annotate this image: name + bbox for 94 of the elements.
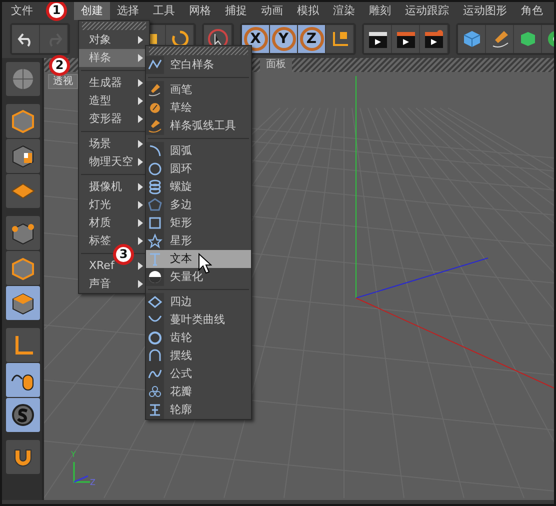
menu-item[interactable]: 蔓叶类曲线 <box>170 312 225 328</box>
rectangle-icon <box>147 215 163 231</box>
subdivision-button[interactable] <box>514 25 542 53</box>
viewport-title: 透视 <box>48 74 78 89</box>
half-circle-icon <box>147 269 163 285</box>
tool-button[interactable] <box>6 251 40 285</box>
menu-item[interactable]: 样条弧线工具 <box>170 118 236 134</box>
axis-lock-button[interactable]: Z <box>300 27 324 51</box>
pen-icon <box>147 82 163 98</box>
flower-icon <box>147 384 163 400</box>
tool-button[interactable] <box>6 139 40 173</box>
menu-bar-item[interactable]: 动画 <box>254 2 290 20</box>
tool-button[interactable] <box>6 328 40 362</box>
menu-item[interactable]: 公式 <box>170 366 192 382</box>
menu-item[interactable]: 画笔 <box>170 82 192 98</box>
menu-item[interactable]: 星形 <box>170 232 192 250</box>
cube-edges-icon <box>10 255 36 281</box>
menu-item[interactable]: 齿轮 <box>170 330 192 346</box>
menu-grip[interactable] <box>149 47 248 55</box>
menu-bar-item[interactable]: 工具 <box>146 2 182 20</box>
clapboard-icon <box>394 29 416 49</box>
menu-item[interactable]: 变形器 <box>89 110 138 128</box>
polygon-icon <box>147 197 163 213</box>
ring-icon <box>147 330 163 346</box>
menu-bar-item[interactable]: 捕捉 <box>218 2 254 20</box>
menu-item[interactable]: 物理天空 <box>89 154 138 170</box>
menu-bar-item[interactable]: 模拟 <box>290 2 326 20</box>
menu-item[interactable]: 生成器 <box>89 74 138 92</box>
coordinate-button[interactable] <box>326 25 354 53</box>
menu-bar-item[interactable]: 渲染 <box>326 2 362 20</box>
diamond-icon <box>147 294 163 310</box>
menu-bar-item[interactable]: 运动图形 <box>456 2 514 20</box>
menu-item[interactable]: 摄像机 <box>89 178 138 196</box>
menu-bar-item[interactable]: 角色 <box>514 2 550 20</box>
cube-icon <box>10 108 36 134</box>
menu-bar-item[interactable]: 网格 <box>182 2 218 20</box>
profile-icon <box>147 402 163 418</box>
arc-icon <box>147 143 163 159</box>
menu-item[interactable]: 四边 <box>170 294 192 310</box>
menu-item[interactable]: 草绘 <box>170 100 192 116</box>
menu-item[interactable]: 声音 <box>89 276 138 292</box>
menu-bar-item[interactable]: 雕刻 <box>362 2 398 20</box>
menu-item[interactable]: 场景 <box>89 136 138 152</box>
render-button[interactable] <box>420 25 448 53</box>
render-button[interactable] <box>364 25 392 53</box>
panel-menu[interactable]: 面板 <box>260 58 292 72</box>
tool-button[interactable] <box>6 174 40 208</box>
s-circle-icon <box>10 402 36 428</box>
menu-item[interactable]: 圆弧 <box>170 142 192 160</box>
menu-item[interactable]: 轮廓 <box>170 402 192 418</box>
tool-button[interactable] <box>6 104 40 138</box>
axis-label: Z <box>90 478 96 487</box>
cube-icon <box>462 29 482 49</box>
menu-item[interactable]: 对象 <box>89 32 138 48</box>
menu-item[interactable]: 摆线 <box>170 348 192 364</box>
menu-item[interactable]: 螺旋 <box>170 178 192 196</box>
helix-icon <box>147 179 163 195</box>
tool-button[interactable] <box>6 216 40 250</box>
tool-button[interactable] <box>6 363 40 397</box>
pencil-icon <box>147 100 163 116</box>
tool-button[interactable] <box>6 440 40 474</box>
menu-bar-item[interactable]: 创建 <box>74 2 110 20</box>
arch-icon <box>147 348 163 364</box>
tool-button[interactable] <box>6 286 40 320</box>
arc-pen-icon <box>147 118 163 134</box>
menu-item[interactable]: 矩形 <box>170 214 192 232</box>
menu-item[interactable]: 圆环 <box>170 160 192 178</box>
menu-item[interactable]: 空白样条 <box>170 56 214 74</box>
undo-button[interactable] <box>12 25 40 53</box>
axis-label: Y <box>71 450 76 459</box>
menu-item[interactable]: 造型 <box>89 92 138 110</box>
cube-button[interactable] <box>458 25 486 53</box>
text-icon <box>147 251 163 267</box>
menu-grip[interactable] <box>82 22 146 30</box>
pen-button[interactable] <box>486 25 514 53</box>
render-button[interactable] <box>392 25 420 53</box>
menu-item[interactable]: 矢量化 <box>170 268 203 286</box>
menu-bar-item[interactable]: 文件 <box>4 2 40 20</box>
menu-bar-item[interactable]: 运动跟踪 <box>398 2 456 20</box>
circle-icon <box>147 161 163 177</box>
menu-item[interactable]: 多边 <box>170 196 192 214</box>
tool-button[interactable] <box>6 398 40 432</box>
menu-item[interactable]: 材质 <box>89 214 138 232</box>
menu-bar-item[interactable]: 选择 <box>110 2 146 20</box>
axis-lock-button[interactable]: Y <box>272 27 296 51</box>
axis-lock-button[interactable]: X <box>244 27 268 51</box>
menu-item[interactable]: 花瓣 <box>170 384 192 400</box>
menu-item[interactable]: 文本 <box>170 250 192 268</box>
globe-icon <box>10 66 36 92</box>
clapboard-icon <box>366 29 388 49</box>
checker-cube-icon <box>10 143 36 169</box>
clapboard-icon <box>422 29 444 49</box>
star-icon <box>147 233 163 249</box>
menu-item[interactable]: 灯光 <box>89 196 138 214</box>
